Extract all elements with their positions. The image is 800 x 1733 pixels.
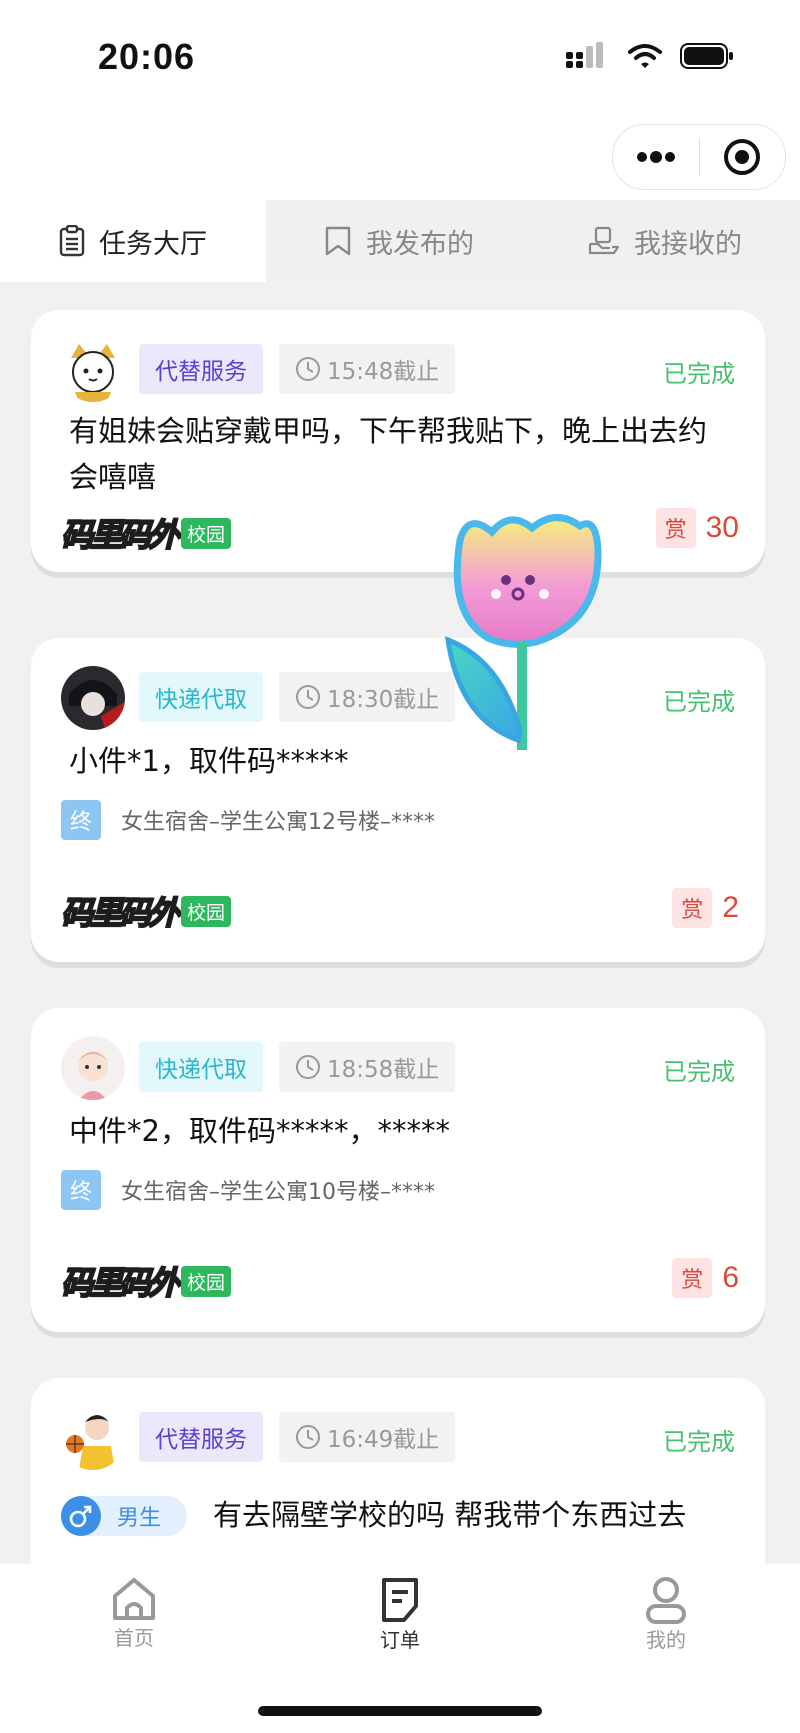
more-dots-icon	[636, 151, 675, 163]
clock-icon	[296, 1055, 320, 1079]
reward-label: 赏	[655, 508, 696, 548]
order-card[interactable]: 代替服务 16:49截止 已完成 男生 有去隔壁学校的吗 帮我带个东西过去	[31, 1378, 765, 1564]
home-icon	[113, 1578, 155, 1620]
deadline-text: 16:49截止	[327, 1427, 440, 1453]
tab-my-received[interactable]: 我接收的	[532, 200, 798, 282]
destination: 终 女生宿舍–学生公寓10号楼–****	[61, 1170, 435, 1210]
avatar	[61, 338, 125, 402]
category-tag: 代替服务	[139, 344, 263, 394]
status-badge: 已完成	[663, 1058, 735, 1086]
clock-icon	[296, 1425, 320, 1449]
nav-profile-label: 我的	[646, 1628, 686, 1652]
clipboard-icon	[59, 225, 85, 257]
wifi-icon	[628, 44, 662, 68]
order-description: 中件*2，取件码*****，*****	[69, 1114, 450, 1148]
tab-label: 我发布的	[366, 228, 474, 260]
destination: 终 女生宿舍–学生公寓12号楼–****	[61, 800, 435, 840]
clock-icon	[296, 685, 320, 709]
brand-tag: 校园	[181, 1265, 232, 1297]
gender-badge: 男生	[61, 1496, 188, 1536]
reward-amount: 2	[722, 891, 739, 924]
order-icon	[382, 1578, 418, 1622]
status-bar: 20:06	[0, 0, 800, 120]
status-time: 20:06	[98, 36, 196, 77]
bookmark-icon	[325, 226, 351, 256]
cellular-signal-icon	[566, 42, 603, 68]
order-card[interactable]: 快递代取 18:58截止 已完成 中件*2，取件码*****，***** 终 女…	[31, 1008, 765, 1332]
miniprogram-capsule	[612, 124, 786, 190]
reward: 赏 6	[672, 1258, 739, 1298]
tab-label: 任务大厅	[99, 228, 207, 260]
reward-label: 赏	[672, 1258, 713, 1298]
brand-name: 码里码外	[60, 1263, 181, 1303]
status-icons	[566, 42, 734, 70]
battery-icon	[680, 43, 733, 69]
order-tabs: 任务大厅 我发布的 我接收的	[0, 200, 800, 282]
tab-task-hall[interactable]: 任务大厅	[0, 200, 266, 282]
tab-my-published[interactable]: 我发布的	[266, 200, 532, 282]
male-icon	[61, 1496, 101, 1536]
destination-text: 女生宿舍–学生公寓12号楼–****	[121, 810, 435, 835]
destination-badge: 终	[61, 1170, 101, 1210]
reward-label: 赏	[672, 888, 713, 928]
deadline-text: 18:58截止	[327, 1057, 440, 1083]
category-tag: 代替服务	[139, 1412, 263, 1462]
brand-tag: 校园	[181, 517, 232, 549]
tulip-sticker	[444, 514, 602, 750]
order-card[interactable]: 代替服务 15:48截止 已完成 有姐妹会贴穿戴甲吗，下午帮我贴下，晚上出去约会…	[31, 310, 765, 572]
reward: 赏 2	[672, 888, 739, 928]
brand-tag: 校园	[181, 895, 232, 927]
brand-name: 码里码外	[60, 515, 181, 555]
tab-label: 我接收的	[634, 228, 742, 260]
deadline-tag: 15:48截止	[279, 344, 456, 394]
status-badge: 已完成	[663, 688, 735, 716]
nav-orders-label: 订单	[380, 1628, 420, 1652]
target-icon	[724, 139, 761, 175]
brand-badge: 码里码外 校园	[60, 888, 232, 934]
receive-icon	[588, 226, 620, 255]
deadline-tag: 18:58截止	[279, 1042, 456, 1092]
gender-label: 男生	[117, 1506, 162, 1531]
more-button[interactable]	[613, 125, 699, 189]
nav-bar	[0, 120, 800, 200]
avatar	[61, 1036, 125, 1100]
status-badge: 已完成	[663, 1428, 735, 1456]
deadline-text: 18:30截止	[327, 687, 440, 713]
category-tag: 快递代取	[139, 1042, 263, 1092]
brand-badge: 码里码外 校园	[60, 510, 232, 556]
destination-text: 女生宿舍–学生公寓10号楼–****	[121, 1180, 435, 1205]
nav-home-label: 首页	[114, 1626, 154, 1650]
reward: 赏 30	[655, 508, 739, 548]
category-tag: 快递代取	[139, 672, 263, 722]
order-card[interactable]: 快递代取 18:30截止 已完成 小件*1，取件码***** 终 女生宿舍–学生…	[31, 638, 765, 962]
reward-amount: 30	[705, 511, 739, 544]
destination-badge: 终	[61, 800, 101, 840]
status-badge: 已完成	[663, 360, 735, 388]
nav-profile[interactable]: 我的	[616, 1576, 716, 1653]
reward-amount: 6	[722, 1261, 739, 1294]
home-indicator	[258, 1706, 542, 1716]
brand-badge: 码里码外 校园	[60, 1258, 232, 1304]
nav-home[interactable]: 首页	[84, 1576, 184, 1651]
avatar	[61, 666, 125, 730]
nav-orders[interactable]: 订单	[350, 1576, 450, 1653]
deadline-tag: 16:49截止	[279, 1412, 456, 1462]
order-list: 代替服务 15:48截止 已完成 有姐妹会贴穿戴甲吗，下午帮我贴下，晚上出去约会…	[0, 282, 800, 1564]
order-description: 小件*1，取件码*****	[69, 744, 349, 778]
order-description: 有去隔壁学校的吗 帮我带个东西过去	[213, 1498, 687, 1532]
brand-name: 码里码外	[60, 893, 181, 933]
order-description: 有姐妹会贴穿戴甲吗，下午帮我贴下，晚上出去约会嘻嘻	[69, 414, 708, 494]
profile-icon	[646, 1577, 686, 1624]
clock-icon	[296, 357, 320, 381]
close-miniprogram-button[interactable]	[700, 125, 786, 189]
deadline-text: 15:48截止	[327, 359, 440, 385]
avatar	[61, 1406, 125, 1470]
deadline-tag: 18:30截止	[279, 672, 456, 722]
